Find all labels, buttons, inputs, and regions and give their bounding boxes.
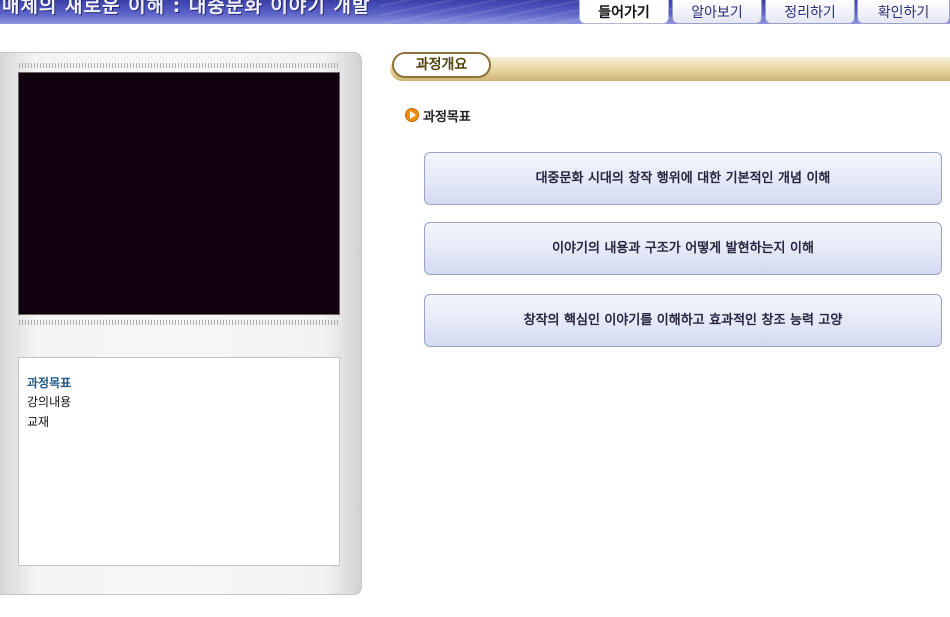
goal-item: 창작의 핵심인 이야기를 이해하고 효과적인 창조 능력 고양	[424, 294, 942, 347]
tab-intro[interactable]: 들어가기	[579, 0, 669, 24]
orange-circle-arrow-icon	[405, 108, 419, 122]
goal-heading: 과정목표	[423, 110, 471, 125]
tab-summary[interactable]: 정리하기	[765, 0, 855, 24]
video-player[interactable]	[18, 72, 340, 315]
course-title: 매체의 새로운 이해 : 대중문화 이야기 개발	[2, 0, 371, 17]
tab-learn[interactable]: 알아보기	[672, 0, 762, 24]
side-menu-item-textbook[interactable]: 교재	[27, 413, 49, 430]
divider-dots	[19, 63, 339, 68]
side-menu: 과정목표 강의내용 교재	[18, 357, 340, 566]
tab-check[interactable]: 확인하기	[857, 0, 950, 24]
side-menu-item-lecture-content[interactable]: 강의내용	[27, 393, 71, 410]
section-title: 과정개요	[392, 52, 491, 78]
goal-item: 대중문화 시대의 창작 행위에 대한 기본적인 개념 이해	[424, 152, 942, 205]
goal-item: 이야기의 내용과 구조가 어떻게 발현하는지 이해	[424, 222, 942, 275]
divider-dots	[19, 320, 339, 325]
video-panel: 과정목표 강의내용 교재	[0, 52, 362, 595]
side-menu-item-goals[interactable]: 과정목표	[27, 374, 71, 391]
